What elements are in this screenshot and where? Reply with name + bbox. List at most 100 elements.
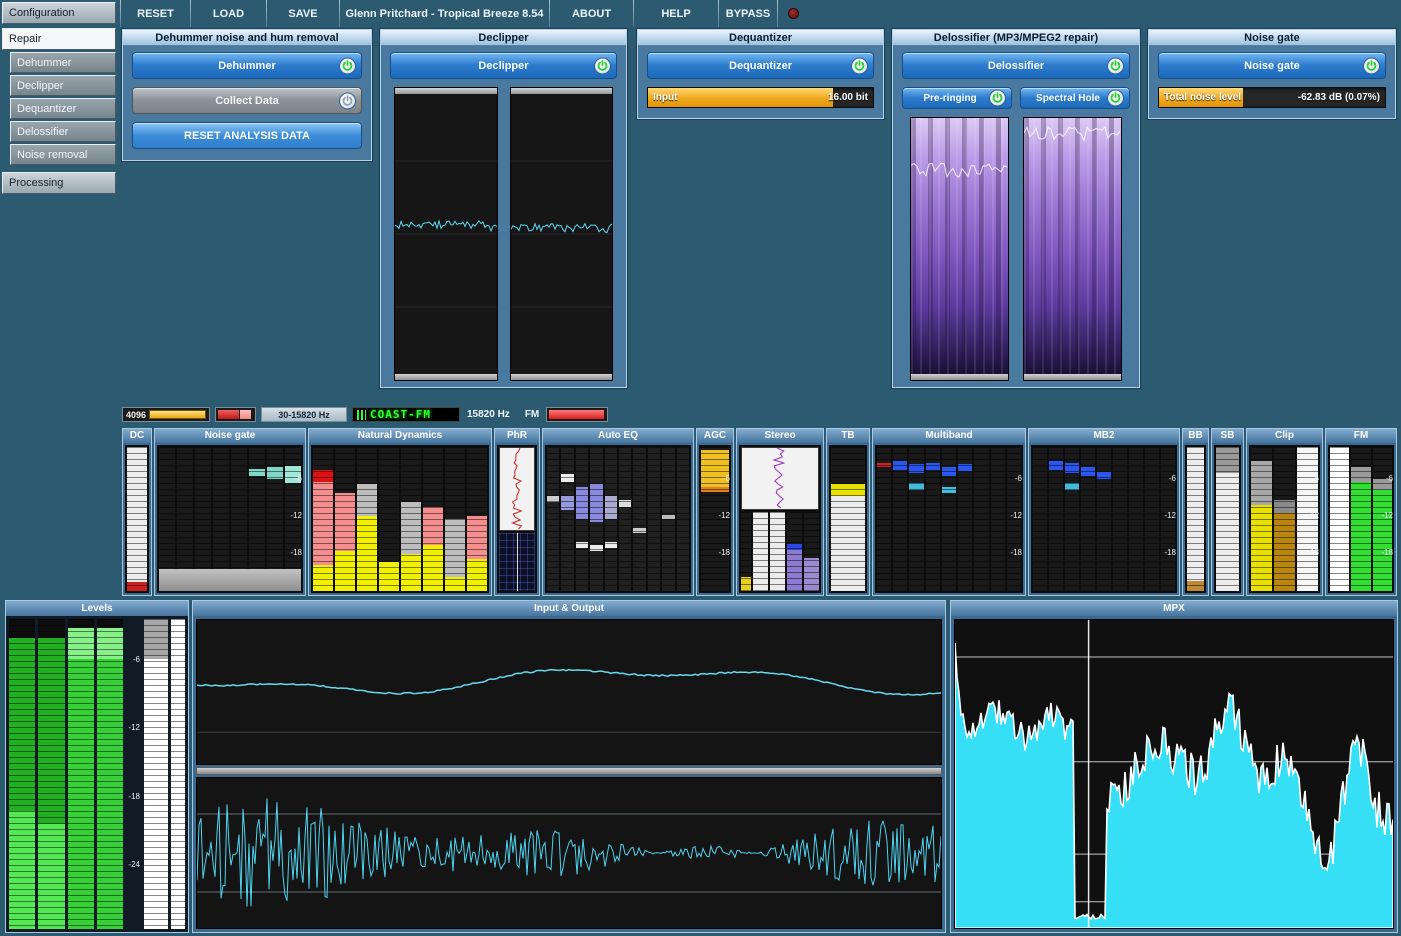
scale-tick: -6 — [723, 475, 730, 483]
meter-bar — [97, 619, 123, 929]
scale-tick: -12 — [1164, 512, 1176, 520]
meter-display: -6-12-18 — [157, 445, 303, 593]
display-trace — [911, 118, 1008, 380]
sidebar-item-repair[interactable]: Repair — [2, 28, 116, 50]
sidebar-item-configuration[interactable]: Configuration — [2, 2, 116, 24]
meter-bar — [144, 619, 168, 929]
pre-ringing-toggle-button[interactable]: Pre-ringing — [902, 87, 1012, 109]
sidebar-item-dequantizer[interactable]: Dequantizer — [10, 98, 116, 119]
meter-stripes — [576, 447, 588, 591]
levels-meters: -6-12-18-24 — [6, 616, 188, 932]
sample-rate-label: 15820 Hz — [465, 409, 512, 420]
meter-bar — [1065, 447, 1079, 591]
meter-panel-title: Clip — [1247, 429, 1322, 443]
sidebar-item-declipper[interactable]: Declipper — [10, 75, 116, 96]
meter-bar — [445, 447, 465, 591]
menu-help[interactable]: HELP — [634, 0, 718, 27]
spectrogram-left — [910, 117, 1009, 381]
dehummer-toggle-button[interactable]: Dehummer — [132, 52, 362, 79]
dequantizer-panel: Dequantizer Dequantizer Input 16.00 bit — [637, 29, 884, 119]
reset-analysis-data-button[interactable]: RESET ANALYSIS DATA — [132, 122, 362, 149]
grid-center-line — [517, 533, 518, 591]
meter-bar — [909, 447, 923, 591]
lcd-eq-icon — [357, 410, 366, 420]
dequantizer-toggle-button[interactable]: Dequantizer — [647, 52, 874, 79]
spectral-hole-toggle-button[interactable]: Spectral Hole — [1020, 87, 1130, 109]
delossifier-panel: Delossifier (MP3/MPEG2 repair) Delossifi… — [892, 29, 1140, 388]
meter-footer — [159, 569, 301, 591]
meter-bar — [171, 619, 185, 929]
meter-stripes — [38, 619, 64, 929]
menu-reset[interactable]: RESET — [121, 0, 190, 27]
scale-tick: -18 — [718, 549, 730, 557]
meter-display — [125, 445, 149, 593]
red-level-meter — [215, 407, 256, 422]
meter-bar — [877, 447, 891, 591]
meter-stripes — [1049, 447, 1063, 591]
meter-bar — [974, 447, 988, 591]
meter-stripes — [590, 447, 602, 591]
power-icon — [1107, 90, 1124, 107]
menu-load[interactable]: LOAD — [191, 0, 266, 27]
display-trace — [511, 88, 613, 380]
scale-tick: -18 — [128, 793, 140, 801]
button-label: Collect Data — [215, 95, 279, 107]
input-output-panel-title: Input & Output — [193, 601, 945, 616]
slider-label: Total noise level — [1164, 92, 1241, 103]
stereo-tool-app: RESET LOAD SAVE Glenn Pritchard - Tropic… — [0, 0, 1401, 936]
meter-stripes — [9, 619, 35, 929]
menu-bypass[interactable]: BYPASS — [719, 0, 777, 27]
collect-data-toggle-button[interactable]: Collect Data — [132, 87, 362, 114]
fm-level-fill — [549, 410, 604, 419]
meter-stripes — [741, 512, 751, 591]
noise-gate-toggle-button[interactable]: Noise gate — [1158, 52, 1386, 79]
meter-panel-title: BB — [1183, 429, 1208, 443]
sidebar-item-processing[interactable]: Processing — [2, 172, 116, 194]
meter-scale: -6-12-18 — [1010, 445, 1023, 593]
menu-about[interactable]: ABOUT — [550, 0, 633, 27]
meter-stripes — [379, 447, 399, 591]
meter-bar — [423, 447, 443, 591]
meter-stripes — [958, 447, 972, 591]
sidebar-item-noise-removal[interactable]: Noise removal — [10, 144, 116, 165]
meter-bar — [467, 447, 487, 591]
meter-stripes — [547, 447, 559, 591]
meter-bar — [9, 619, 35, 929]
stereo-trace-display — [741, 447, 819, 510]
meter-stripes — [770, 512, 785, 591]
meter-panel-phr: PhR — [494, 428, 540, 596]
meter-stripes — [401, 447, 421, 591]
meter-stripes — [357, 447, 377, 591]
meter-stripes — [605, 447, 617, 591]
meter-panel-natdyn: Natural Dynamics — [308, 428, 492, 596]
meter-stripes — [1033, 447, 1047, 591]
meter-panel-tb: TB — [826, 428, 870, 596]
meter-panel-title: Auto EQ — [543, 429, 693, 443]
meter-bar — [127, 447, 147, 591]
total-noise-level-indicator[interactable]: Total noise level -62.83 dB (0.07%) — [1158, 87, 1386, 108]
meter-stripes — [893, 447, 907, 591]
meter-bar — [804, 512, 819, 591]
delossifier-toggle-button[interactable]: Delossifier — [902, 52, 1130, 79]
phase-trace-display — [499, 447, 535, 531]
meter-display: -6-12-18 — [875, 445, 1023, 593]
scale-tick: -12 — [718, 512, 730, 520]
power-icon — [339, 92, 356, 109]
slider-value: -62.83 dB (0.07%) — [1298, 92, 1380, 103]
meter-stripes — [619, 447, 631, 591]
dehummer-panel: Dehummer noise and hum removal Dehummer … — [122, 29, 372, 161]
meter-bar — [401, 447, 421, 591]
meter-scale: -6 -12 -18 — [718, 445, 731, 593]
menu-preset-title[interactable]: Glenn Pritchard - Tropical Breeze 8.54 — [340, 0, 549, 27]
meter-bar — [68, 619, 94, 929]
menu-save[interactable]: SAVE — [267, 0, 339, 27]
meter-panel-bb: BB — [1182, 428, 1209, 596]
meter-panel-title: SB — [1212, 429, 1243, 443]
scale-tick: -12 — [128, 724, 140, 732]
declipper-toggle-button[interactable]: Declipper — [390, 52, 617, 79]
meter-bar — [576, 447, 588, 591]
input-bits-slider[interactable]: Input 16.00 bit — [647, 87, 874, 108]
sidebar-item-dehummer[interactable]: Dehummer — [10, 52, 116, 73]
meter-bar — [991, 447, 1005, 591]
sidebar-item-delossifier[interactable]: Delossifier — [10, 121, 116, 142]
